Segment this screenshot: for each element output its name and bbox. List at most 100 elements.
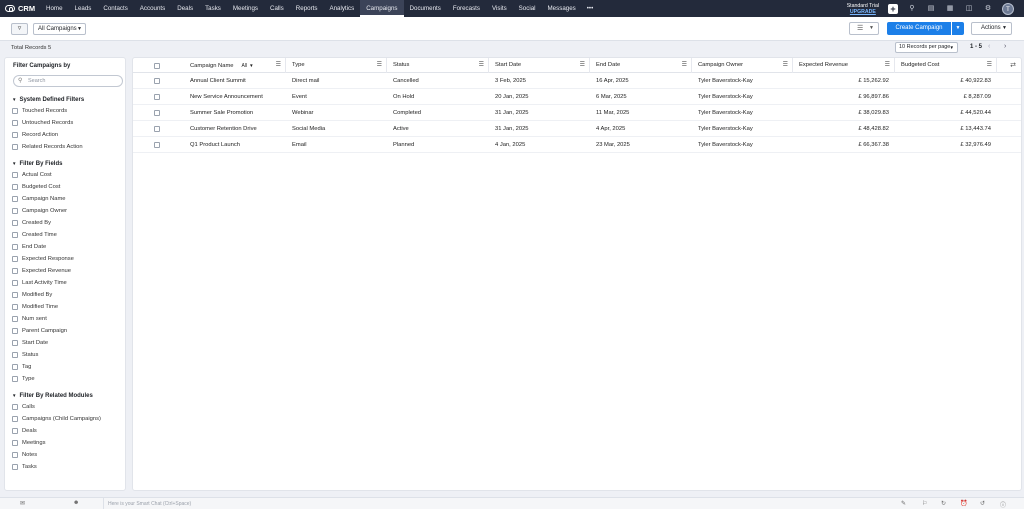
filter-option[interactable]: Related Records Action [12,141,124,153]
column-menu-icon[interactable]: ☰ [580,58,585,73]
filter-search-input[interactable]: ⚲ Search [13,75,123,87]
filter-checkbox[interactable] [12,328,18,334]
custom-view-select[interactable]: All Campaigns ▼ [33,23,86,35]
table-cell[interactable]: Customer Retention Drive [184,121,286,137]
column-header[interactable]: End Date ☰ [590,58,692,73]
column-menu-icon[interactable]: ☰ [377,58,382,73]
nav-tab-documents[interactable]: Documents [404,0,447,17]
filter-checkbox[interactable] [12,268,18,274]
calendar-icon[interactable]: ▦ [945,4,955,14]
filter-checkbox[interactable] [12,184,18,190]
column-menu-icon[interactable]: ☰ [885,58,890,73]
column-menu-icon[interactable]: ☰ [682,58,687,73]
brand[interactable]: CRM [0,4,40,13]
row-checkbox[interactable] [154,126,160,132]
nav-tab-visits[interactable]: Visits [486,0,513,17]
column-menu-icon[interactable]: ☰ [987,58,992,73]
notes-icon[interactable]: ✎ [901,500,906,507]
filter-option[interactable]: Start Date [12,337,124,349]
column-menu-icon[interactable]: ☰ [479,58,484,73]
filter-checkbox[interactable] [12,132,18,138]
filter-checkbox[interactable] [12,452,18,458]
table-cell[interactable]: Q1 Product Launch [184,137,286,153]
filter-checkbox[interactable] [12,364,18,370]
filter-option[interactable]: Meetings [12,437,124,449]
filter-checkbox[interactable] [12,208,18,214]
view-switcher-button[interactable]: ☰ ▼ [849,22,879,35]
nav-tab-calls[interactable]: Calls [264,0,290,17]
filter-checkbox[interactable] [12,172,18,178]
row-checkbox[interactable] [154,94,160,100]
filter-checkbox[interactable] [12,108,18,114]
filter-checkbox[interactable] [12,196,18,202]
filter-option[interactable]: Expected Revenue [12,265,124,277]
filter-checkbox[interactable] [12,352,18,358]
table-row[interactable]: New Service Announcement Event On Hold 20 J… [133,89,1021,105]
filter-option[interactable]: Modified Time [12,301,124,313]
announcement-icon[interactable]: ⚐ [922,500,927,507]
filter-option[interactable]: Tag [12,361,124,373]
filter-checkbox[interactable] [12,416,18,422]
column-header[interactable]: Budgeted Cost ☰ [895,58,997,73]
filter-option[interactable]: Parent Campaign [12,325,124,337]
nav-tab-tasks[interactable]: Tasks [199,0,227,17]
filter-option[interactable]: Num sent [12,313,124,325]
filter-checkbox[interactable] [12,292,18,298]
table-cell[interactable]: Annual Client Summit [184,73,286,89]
filter-option[interactable]: Expected Response [12,253,124,265]
nav-tab-meetings[interactable]: Meetings [227,0,264,17]
filter-option[interactable]: Type [12,373,124,385]
quick-create-plus-icon[interactable]: + [888,3,898,14]
nav-tab-forecasts[interactable]: Forecasts [447,0,486,17]
records-per-page-select[interactable]: 10 Records per page ▼ [895,42,958,53]
filter-option[interactable]: Notes [12,449,124,461]
column-header[interactable]: Expected Revenue ☰ [793,58,895,73]
row-checkbox[interactable] [154,142,160,148]
row-checkbox[interactable] [154,110,160,116]
filter-option[interactable]: Status [12,349,124,361]
column-header[interactable]: Status ☰ [387,58,489,73]
column-menu-icon[interactable]: ☰ [783,58,788,73]
filter-checkbox[interactable] [12,404,18,410]
nav-tab-accounts[interactable]: Accounts [134,0,171,17]
filter-checkbox[interactable] [12,220,18,226]
filter-option[interactable]: Created By [12,217,124,229]
create-campaign-button[interactable]: Create Campaign [887,22,951,35]
filter-checkbox[interactable] [12,376,18,382]
select-all-checkbox[interactable] [154,63,160,69]
table-cell[interactable]: Summer Sale Promotion [184,105,286,121]
table-row[interactable]: Summer Sale Promotion Webinar Completed 31 … [133,105,1021,121]
nav-tab-deals[interactable]: Deals [171,0,199,17]
alarm-icon[interactable]: ⏰ [960,500,967,507]
nav-tab-contacts[interactable]: Contacts [97,0,133,17]
filter-option[interactable]: End Date [12,241,124,253]
filter-checkbox[interactable] [12,120,18,126]
next-page-icon[interactable]: › [1004,43,1006,50]
filter-section-header[interactable]: ▼ Filter By Related Modules [12,390,124,401]
filter-checkbox[interactable] [12,440,18,446]
filter-checkbox[interactable] [12,340,18,346]
filter-option[interactable]: Record Action [12,129,124,141]
smart-chat-input[interactable]: Here is your Smart Chat (Ctrl+Space) [103,498,191,509]
filter-option[interactable]: Tasks [12,461,124,473]
gear-icon[interactable]: ⚙ [983,4,993,14]
filter-checkbox[interactable] [12,304,18,310]
contacts-icon[interactable]: ☻ [73,500,79,506]
nav-tab-home[interactable]: Home [40,0,69,17]
filter-option[interactable]: Budgeted Cost [12,181,124,193]
column-header[interactable]: Type ☰ [286,58,387,73]
table-row[interactable]: Customer Retention Drive Social Media Acti… [133,121,1021,137]
filter-option[interactable]: Calls [12,401,124,413]
help-icon[interactable]: ⓘ [1000,500,1006,509]
nav-tab-reports[interactable]: Reports [290,0,324,17]
user-avatar[interactable]: T [1002,2,1014,15]
filter-section-header[interactable]: ▼ System Defined Filters [12,94,124,105]
filter-toggle-button[interactable]: ▿ [11,23,28,35]
column-settings-icon[interactable]: ⇄ [1010,61,1016,69]
filter-option[interactable]: Campaign Owner [12,205,124,217]
previous-page-icon[interactable]: ‹ [988,43,990,50]
filter-checkbox[interactable] [12,144,18,150]
filter-checkbox[interactable] [12,244,18,250]
column-header[interactable]: Start Date ☰ [489,58,590,73]
filter-checkbox[interactable] [12,256,18,262]
